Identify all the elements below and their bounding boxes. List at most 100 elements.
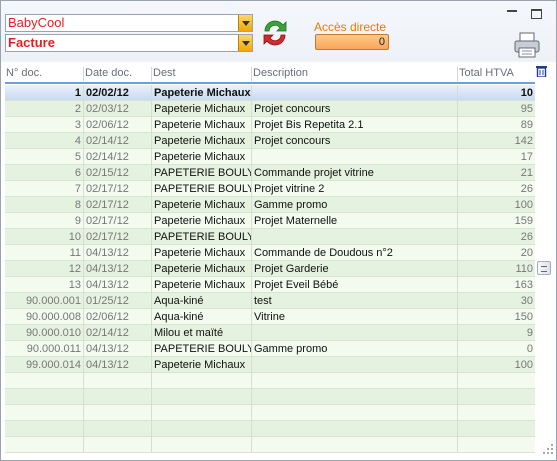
total-cell: [457, 421, 535, 437]
empty-row[interactable]: [5, 437, 535, 453]
description-cell: Projet vitrine 2: [251, 181, 457, 197]
scroll-thumb[interactable]: [537, 261, 551, 275]
doc-number-cell: 11: [69, 247, 81, 259]
doc-date-cell: 02/14/12: [83, 149, 151, 165]
description-cell: Commande de Doudous n°2: [251, 245, 457, 261]
doc-number-cell: 99.000.014: [25, 359, 81, 371]
col-header-dest[interactable]: Dest: [151, 67, 251, 81]
col-header-total[interactable]: Total HTVA: [457, 67, 535, 81]
table-row[interactable]: 4 02/14/12 Papeterie Michaux Projet concour…: [5, 133, 535, 149]
doc-number-cell: 2: [74, 103, 81, 115]
table-row[interactable]: 90.000.001 01/25/12 Aqua-kiné test 30: [5, 293, 535, 309]
total-cell: 20: [457, 245, 535, 261]
dest-cell: Papeterie Michaux: [151, 117, 251, 133]
table-header: N° doc. Date doc. Dest Description Total…: [5, 67, 535, 81]
doc-number-cell: 10: [68, 231, 81, 243]
table-row[interactable]: 5 02/14/12 Papeterie Michaux 17: [5, 149, 535, 165]
table-row[interactable]: 2 02/03/12 Papeterie Michaux Projet concour…: [5, 101, 535, 117]
description-cell: test: [251, 293, 457, 309]
total-cell: 163: [457, 277, 535, 293]
table-row[interactable]: 90.000.008 02/06/12 Aqua-kiné Vitrine 150: [5, 309, 535, 325]
total-cell: [457, 373, 535, 389]
table-row[interactable]: 90.000.011 04/13/12 PAPETERIE BOULY Gamme p…: [5, 341, 535, 357]
doc-date-cell: 02/06/12: [83, 309, 151, 325]
doc-type-select[interactable]: Facture: [5, 34, 253, 52]
doc-date-cell: 02/14/12: [83, 133, 151, 149]
col-header-date[interactable]: Date doc.: [83, 67, 151, 81]
dest-cell: Aqua-kiné: [151, 293, 251, 309]
total-cell: 142: [457, 133, 535, 149]
doc-number-cell: 13: [68, 279, 81, 291]
doc-date-cell: 02/17/12: [83, 229, 151, 245]
description-cell: [251, 357, 457, 373]
doc-date-cell: [83, 437, 151, 453]
header-divider: [5, 82, 535, 84]
doc-number-cell: 90.000.001: [25, 295, 81, 307]
doc-date-cell: 02/17/12: [83, 181, 151, 197]
doc-date-cell: 04/13/12: [83, 341, 151, 357]
total-cell: [457, 389, 535, 405]
total-cell: 89: [457, 117, 535, 133]
doc-date-cell: 02/03/12: [83, 101, 151, 117]
table-row[interactable]: 13 04/13/12 Papeterie Michaux Projet Eveil …: [5, 277, 535, 293]
dest-cell: PAPETERIE BOULY: [151, 229, 251, 245]
doc-date-cell: 02/17/12: [83, 213, 151, 229]
empty-row[interactable]: [5, 389, 535, 405]
table-row[interactable]: 10 02/17/12 PAPETERIE BOULY 26: [5, 229, 535, 245]
doc-number-cell: 5: [74, 151, 81, 163]
table-row[interactable]: 90.000.010 02/14/12 Milou et maïté 9: [5, 325, 535, 341]
trash-icon[interactable]: [536, 65, 547, 77]
doc-number-cell: 7: [74, 183, 81, 195]
refresh-icon[interactable]: [259, 17, 291, 49]
table-row[interactable]: 8 02/17/12 Papeterie Michaux Gamme promo 100: [5, 197, 535, 213]
acces-directe-label: Accès directe: [314, 20, 387, 34]
total-cell: 110: [457, 261, 535, 277]
total-cell: 30: [457, 293, 535, 309]
company-select[interactable]: BabyCool: [5, 14, 253, 32]
table-row[interactable]: 1 02/02/12 Papeterie Michaux 10: [5, 85, 535, 101]
table-row[interactable]: 3 02/06/12 Papeterie Michaux Projet Bis Rep…: [5, 117, 535, 133]
dest-cell: [151, 421, 251, 437]
company-select-value: BabyCool: [8, 15, 65, 30]
table-row[interactable]: 12 04/13/12 Papeterie Michaux Projet Garder…: [5, 261, 535, 277]
dest-cell: Papeterie Michaux: [151, 245, 251, 261]
description-cell: Projet Garderie: [251, 261, 457, 277]
empty-row[interactable]: [5, 421, 535, 437]
doc-number-cell: [5, 405, 83, 421]
doc-date-cell: 02/15/12: [83, 165, 151, 181]
doc-number-cell: 8: [74, 199, 81, 211]
maximize-icon[interactable]: [531, 9, 542, 19]
doc-date-cell: 04/13/12: [83, 277, 151, 293]
doc-date-cell: 04/13/12: [83, 245, 151, 261]
doc-number-cell: [5, 437, 83, 453]
doc-date-cell: [83, 421, 151, 437]
invoice-window: BabyCool Facture Accès directe 0 N° doc.…: [0, 0, 557, 461]
dest-cell: Milou et maïté: [151, 325, 251, 341]
total-cell: 10: [457, 85, 535, 101]
empty-row[interactable]: [5, 405, 535, 421]
chevron-down-icon[interactable]: [238, 35, 252, 51]
dest-cell: [151, 437, 251, 453]
doc-number-cell: 90.000.010: [25, 327, 81, 339]
chevron-down-icon[interactable]: [238, 15, 252, 31]
empty-row[interactable]: [5, 373, 535, 389]
table-row[interactable]: 6 02/15/12 PAPETERIE BOULY Commande projet …: [5, 165, 535, 181]
minimize-icon[interactable]: [507, 9, 517, 12]
description-cell: Gamme promo: [251, 197, 457, 213]
doc-date-cell: 02/14/12: [83, 325, 151, 341]
table-row[interactable]: 9 02/17/12 Papeterie Michaux Projet Materne…: [5, 213, 535, 229]
resize-grip-icon[interactable]: [541, 442, 555, 456]
table-row[interactable]: 11 04/13/12 Papeterie Michaux Commande de D…: [5, 245, 535, 261]
col-header-num[interactable]: N° doc.: [5, 67, 83, 81]
table-row[interactable]: 99.000.014 04/13/12 Papeterie Michaux 100: [5, 357, 535, 373]
acces-directe-input[interactable]: 0: [315, 34, 389, 50]
description-cell: [251, 373, 457, 389]
description-cell: [251, 405, 457, 421]
doc-date-cell: 01/25/12: [83, 293, 151, 309]
description-cell: [251, 389, 457, 405]
col-header-description[interactable]: Description: [251, 67, 457, 81]
dest-cell: Papeterie Michaux: [151, 277, 251, 293]
printer-icon[interactable]: [513, 32, 541, 58]
total-cell: [457, 437, 535, 453]
table-row[interactable]: 7 02/17/12 PAPETERIE BOULY Projet vitrine 2…: [5, 181, 535, 197]
